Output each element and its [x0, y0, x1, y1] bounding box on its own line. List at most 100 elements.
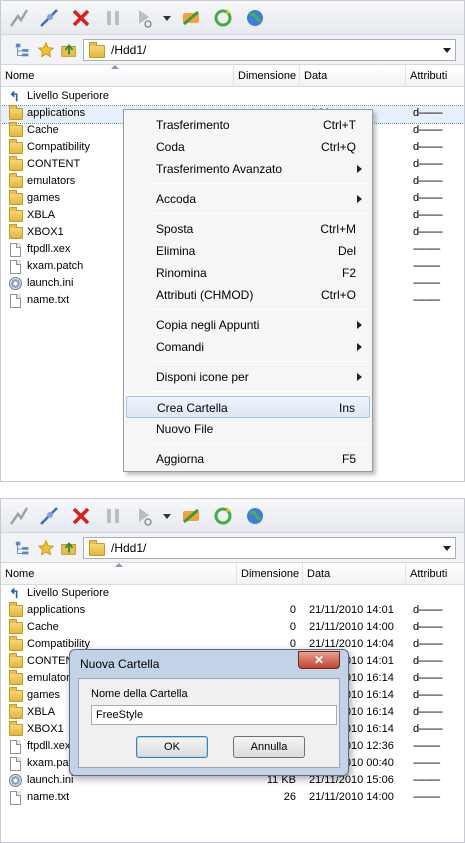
folder-icon: [89, 41, 105, 58]
file-name: applications: [27, 604, 86, 616]
parent-folder-icon[interactable]: [59, 40, 79, 60]
favorites-icon[interactable]: [36, 40, 56, 60]
close-button[interactable]: ✕: [298, 651, 340, 669]
file-attributes: ----------: [413, 277, 441, 289]
chevron-right-icon: [357, 343, 362, 351]
tree-view-icon[interactable]: [13, 538, 33, 558]
menu-item-accoda[interactable]: Accoda: [126, 188, 370, 210]
table-row[interactable]: ↰ Livello Superiore: [1, 586, 464, 603]
stop-icon[interactable]: [69, 504, 93, 528]
menu-item-shortcut: Ctrl+M: [320, 222, 356, 236]
table-row[interactable]: applications 0 21/11/2010 14:01 d---------: [1, 602, 464, 620]
menu-item-aggiorna[interactable]: Aggiorna F5: [126, 448, 370, 470]
chevron-right-icon: [357, 321, 362, 329]
column-date[interactable]: Data: [300, 65, 406, 87]
menu-item-comandi[interactable]: Comandi: [126, 336, 370, 358]
chevron-right-icon: [357, 165, 362, 173]
menu-item-coda[interactable]: Coda Ctrl+Q: [126, 136, 370, 158]
file-name: applications: [27, 107, 86, 119]
chevron-down-icon[interactable]: [443, 546, 451, 551]
file-date: 21/11/2010 14:01: [309, 604, 394, 616]
refresh-icon[interactable]: [211, 504, 235, 528]
file-attributes: d---------: [413, 638, 443, 650]
file-attributes: d---------: [413, 209, 443, 221]
toolbar: [1, 499, 464, 533]
chevron-right-icon: [357, 373, 362, 381]
file-attributes: ----------: [413, 791, 441, 803]
file-name: ftpdll.xex: [27, 243, 71, 255]
menu-item-trasferimento[interactable]: Trasferimento Ctrl+T: [126, 114, 370, 136]
menu-separator: [154, 309, 368, 310]
refresh-icon[interactable]: [211, 6, 235, 30]
file-name: games: [27, 192, 61, 204]
cancel-button[interactable]: Annulla: [233, 736, 305, 758]
file-icon: [9, 243, 23, 257]
dialog-body: Nome della Cartella FreeStyle OK Annulla: [78, 678, 340, 768]
menu-item-attributi-chmod[interactable]: Attributi (CHMOD) Ctrl+O: [126, 284, 370, 306]
file-name: XBLA: [27, 209, 56, 221]
chevron-down-icon[interactable]: [161, 504, 173, 528]
column-size[interactable]: Dimensione: [237, 563, 303, 585]
sync-icon[interactable]: [179, 504, 203, 528]
folder-icon: [9, 105, 23, 121]
folder-icon: [9, 670, 23, 686]
address-bar: /Hdd1/: [1, 533, 464, 563]
connect-icon[interactable]: [7, 6, 31, 30]
transfer-icon[interactable]: [133, 504, 157, 528]
menu-item-copia-negli-appunti[interactable]: Copia negli Appunti: [126, 314, 370, 336]
disconnect-icon[interactable]: [37, 6, 61, 30]
file-attributes: d---------: [413, 141, 443, 153]
context-menu: Trasferimento Ctrl+T Coda Ctrl+Q Trasferimen…: [123, 109, 373, 472]
menu-item-elimina[interactable]: Elimina Del: [126, 240, 370, 262]
folder-icon: [9, 156, 23, 172]
file-name: name.txt: [27, 791, 70, 803]
menu-item-shortcut: Ins: [338, 401, 355, 415]
file-name: launch.ini: [27, 774, 74, 786]
transfer-icon[interactable]: [133, 6, 157, 30]
pause-icon[interactable]: [101, 6, 125, 30]
stop-icon[interactable]: [69, 6, 93, 30]
menu-item-disponi-icone-per[interactable]: Disponi icone per: [126, 366, 370, 388]
menu-item-shortcut: F5: [341, 452, 356, 466]
column-date[interactable]: Data: [303, 563, 406, 585]
menu-item-label: Accoda: [156, 192, 197, 206]
chevron-down-icon[interactable]: [161, 6, 173, 30]
menu-item-crea-cartella[interactable]: Crea Cartella Ins: [126, 396, 370, 418]
file-attributes: d---------: [413, 604, 443, 616]
folder-icon: [9, 190, 23, 206]
ftp-panel-new-folder-dialog: /Hdd1/ Nome Dimensione Data Attributi ↰ L…: [0, 498, 465, 843]
folder-name-input[interactable]: FreeStyle: [91, 705, 337, 725]
globe-icon[interactable]: [243, 6, 267, 30]
menu-item-rinomina[interactable]: Rinomina F2: [126, 262, 370, 284]
chevron-down-icon[interactable]: [443, 48, 451, 53]
file-attributes: d---------: [413, 672, 443, 684]
menu-item-trasferimento-avanzato[interactable]: Trasferimento Avanzato: [126, 158, 370, 180]
disconnect-icon[interactable]: [37, 504, 61, 528]
table-row[interactable]: ↰ Livello Superiore: [1, 89, 464, 106]
path-combobox[interactable]: /Hdd1/: [83, 39, 456, 61]
file-attributes: ----------: [413, 294, 441, 306]
menu-item-label: Attributi (CHMOD): [156, 288, 254, 302]
sync-icon[interactable]: [179, 6, 203, 30]
menu-item-shortcut: Ctrl+T: [323, 118, 356, 132]
file-attributes: ----------: [413, 774, 441, 786]
menu-item-label: Crea Cartella: [157, 401, 228, 415]
ok-button[interactable]: OK: [136, 736, 208, 758]
table-row[interactable]: Cache 0 21/11/2010 14:00 d---------: [1, 619, 464, 637]
globe-icon[interactable]: [243, 504, 267, 528]
path-combobox[interactable]: /Hdd1/: [83, 537, 456, 559]
parent-folder-icon[interactable]: [59, 538, 79, 558]
tree-view-icon[interactable]: [13, 40, 33, 60]
column-size[interactable]: Dimensione: [234, 65, 300, 87]
favorites-icon[interactable]: [36, 538, 56, 558]
connect-icon[interactable]: [7, 504, 31, 528]
file-icon: [9, 757, 23, 771]
column-attributes[interactable]: Attributi: [406, 563, 464, 585]
column-attributes[interactable]: Attributi: [406, 65, 464, 87]
menu-separator: [154, 361, 368, 362]
menu-item-nuovo-file[interactable]: Nuovo File: [126, 418, 370, 440]
file-icon: [9, 260, 23, 274]
menu-item-sposta[interactable]: Sposta Ctrl+M: [126, 218, 370, 240]
pause-icon[interactable]: [101, 504, 125, 528]
table-row[interactable]: name.txt 26 21/11/2010 14:00 ----------: [1, 790, 464, 807]
